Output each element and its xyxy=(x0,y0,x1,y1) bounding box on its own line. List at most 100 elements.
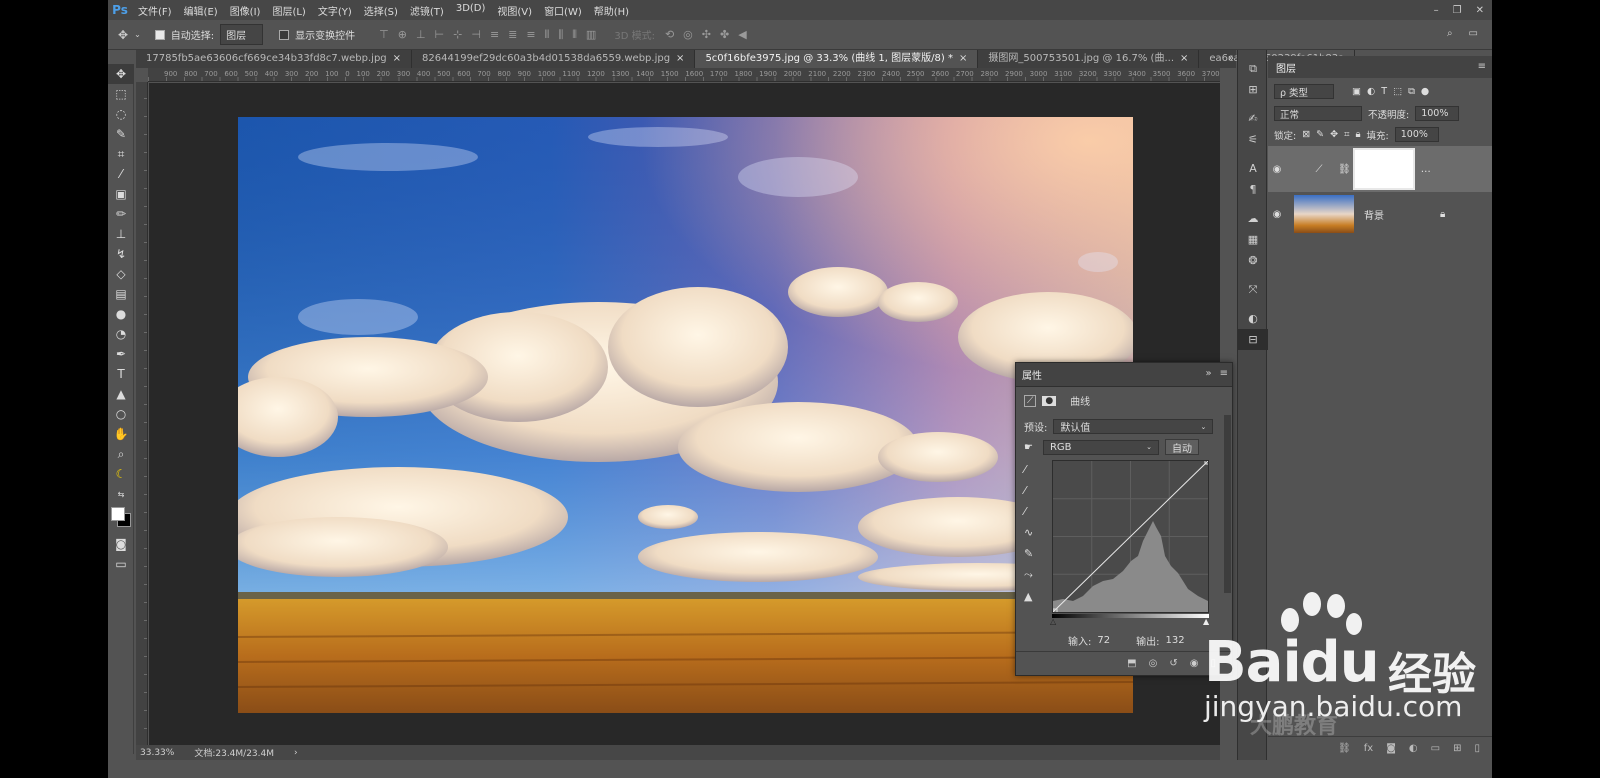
layer-curves[interactable]: ◉ ⟋ ⛓ … xyxy=(1268,146,1492,192)
new-layer-icon[interactable]: ⊞ xyxy=(1453,743,1461,754)
marquee-tool-icon[interactable]: ⬚ xyxy=(108,84,134,104)
3d-drag-icon[interactable]: ✣ xyxy=(702,28,711,41)
document-image[interactable] xyxy=(238,117,1133,713)
3d-scale-icon[interactable]: ◀ xyxy=(738,28,746,41)
channel-dropdown[interactable]: RGB ⌄ xyxy=(1042,439,1159,455)
paths-icon[interactable]: ⤧ xyxy=(1238,279,1268,300)
screen-mode-icon[interactable]: ▭ xyxy=(108,554,134,574)
fill-field[interactable]: 100% xyxy=(1394,127,1439,142)
auto-button[interactable]: 自动 xyxy=(1164,439,1199,455)
blend-mode-dropdown[interactable]: 正常 xyxy=(1274,106,1362,121)
black-point-eyedropper-icon[interactable]: ⁄ xyxy=(1024,463,1033,476)
menu-item[interactable]: 图层(L) xyxy=(266,3,311,18)
status-arrow-icon[interactable]: › xyxy=(294,748,298,758)
output-value[interactable]: 132 xyxy=(1165,635,1184,646)
eyedropper-tool-icon[interactable]: ⁄ xyxy=(108,164,134,184)
brush-tool-icon[interactable]: ✏ xyxy=(108,204,134,224)
stamp-tool-icon[interactable]: ⊥ xyxy=(108,224,134,244)
curve-graph[interactable] xyxy=(1052,459,1210,614)
transform-controls-checkbox[interactable] xyxy=(279,29,290,40)
align-bottom-icon[interactable]: ⊥ xyxy=(416,28,426,42)
history-icon[interactable]: ⧉ xyxy=(1238,58,1268,79)
visibility-eye-icon[interactable]: ◉ xyxy=(1268,209,1286,220)
quick-select-tool-icon[interactable]: ✎ xyxy=(108,124,134,144)
gradient-tool-icon[interactable]: ▤ xyxy=(108,284,134,304)
align-left-icon[interactable]: ⊢ xyxy=(435,28,445,42)
add-mask-icon[interactable]: ◙ xyxy=(1386,743,1396,754)
move-tool-icon[interactable]: ✥ xyxy=(108,64,134,84)
move-tool-icon[interactable]: ✥ xyxy=(118,28,128,42)
edit-points-icon[interactable]: ∿ xyxy=(1024,526,1033,539)
distribute-right-icon[interactable]: ⫴ xyxy=(572,28,577,42)
filter-toggle-icon[interactable]: ● xyxy=(1421,86,1429,97)
properties-icon[interactable]: ⊞ xyxy=(1238,79,1268,100)
white-point-eyedropper-icon[interactable]: ⁄ xyxy=(1024,505,1033,518)
swap-colors-icon[interactable]: ⇆ xyxy=(108,484,134,504)
styles-icon[interactable]: ❂ xyxy=(1238,250,1268,271)
distribute-top-icon[interactable]: ≡ xyxy=(490,28,499,42)
shape-tool-icon[interactable]: ○ xyxy=(108,404,134,424)
close-icon[interactable]: × xyxy=(959,50,967,68)
properties-scrollbar[interactable] xyxy=(1224,415,1231,593)
zoom-level[interactable]: 33.33% xyxy=(140,748,174,758)
delete-icon[interactable]: ▯ xyxy=(1210,658,1216,669)
dodge-tool-icon[interactable]: ◔ xyxy=(108,324,134,344)
3d-slide-icon[interactable]: ✤ xyxy=(720,28,729,41)
align-vcenter-icon[interactable]: ⊕ xyxy=(398,28,407,42)
properties-panel-icon[interactable]: ⊟ xyxy=(1238,329,1268,350)
document-tab[interactable]: 82644199ef29dc60a3b4d01538da6559.webp.jp… xyxy=(412,50,696,68)
smooth-icon[interactable]: ⤳ xyxy=(1024,568,1033,582)
clip-to-layer-icon[interactable]: ⬒ xyxy=(1127,658,1136,669)
view-previous-icon[interactable]: ◎ xyxy=(1149,658,1158,669)
reset-icon[interactable]: ↺ xyxy=(1169,658,1177,669)
hand-tool-icon[interactable]: ✋ xyxy=(108,424,134,444)
collapse-icon[interactable]: » xyxy=(1205,368,1211,379)
workspace-icon[interactable]: ▭ xyxy=(1469,28,1478,39)
foreground-color-swatch[interactable] xyxy=(111,507,125,521)
distribute-vcenter-icon[interactable]: ≣ xyxy=(508,28,517,42)
black-slider-icon[interactable]: △ xyxy=(1050,617,1056,626)
auto-align-icon[interactable]: ▥ xyxy=(586,28,596,42)
target-adjust-icon[interactable]: ☛ xyxy=(1024,442,1033,453)
align-top-icon[interactable]: ⊤ xyxy=(379,28,389,42)
lock-transparent-icon[interactable]: ⊠ xyxy=(1302,129,1310,140)
gray-point-eyedropper-icon[interactable]: ⁄ xyxy=(1024,484,1033,497)
document-tab[interactable]: 摄图网_500753501.jpg @ 16.7% (曲... × xyxy=(978,50,1200,68)
path-select-tool-icon[interactable]: ▲ xyxy=(108,384,134,404)
auto-select-checkbox[interactable] xyxy=(154,29,165,40)
type-tool-icon[interactable]: T xyxy=(108,364,134,384)
menu-item[interactable]: 窗口(W) xyxy=(538,3,588,18)
menu-item[interactable]: 滤镜(T) xyxy=(404,3,450,18)
auto-select-dropdown[interactable]: 图层 xyxy=(220,24,264,45)
menu-item[interactable]: 文字(Y) xyxy=(312,3,358,18)
character-icon[interactable]: A xyxy=(1238,158,1268,179)
more-icon[interactable]: … xyxy=(1421,164,1431,175)
filter-adjust-icon[interactable]: ◐ xyxy=(1367,86,1375,97)
distribute-hcenter-icon[interactable]: ⫼ xyxy=(558,28,563,42)
menu-item[interactable]: 选择(S) xyxy=(358,3,404,18)
layer-mask-thumb[interactable] xyxy=(1352,148,1415,190)
fx-icon[interactable]: fx xyxy=(1364,743,1373,754)
lock-position-icon[interactable]: ✥ xyxy=(1330,129,1338,140)
menu-item[interactable]: 视图(V) xyxy=(491,3,538,18)
filter-shape-icon[interactable]: ⬚ xyxy=(1393,86,1402,97)
tabs-overflow-icon[interactable]: » xyxy=(1228,50,1234,68)
mask-icon[interactable]: ● xyxy=(1042,395,1057,406)
curves-adjustment-icon[interactable]: ⟋ xyxy=(1024,394,1037,407)
lock-all-icon[interactable]: 🔒︎ xyxy=(1355,129,1360,140)
distribute-left-icon[interactable]: ⫴ xyxy=(545,28,550,42)
search-icon[interactable]: ⌕ xyxy=(1447,28,1453,39)
crop-tool-icon[interactable]: ⌗ xyxy=(108,144,134,164)
white-slider-icon[interactable]: ▲ xyxy=(1203,617,1209,626)
filter-smart-icon[interactable]: ⧉ xyxy=(1408,86,1415,97)
link-layers-icon[interactable]: ⛓ xyxy=(1338,743,1351,754)
zoom-tool-icon[interactable]: ⌕ xyxy=(108,444,134,464)
minimize-button[interactable]: – xyxy=(1434,5,1439,16)
delete-layer-icon[interactable]: ▯ xyxy=(1474,743,1480,754)
3d-rotate-icon[interactable]: ⟲ xyxy=(665,28,674,41)
3d-roll-icon[interactable]: ◎ xyxy=(683,28,693,41)
lock-pixels-icon[interactable]: ✎ xyxy=(1316,129,1324,140)
link-icon[interactable]: ⛓ xyxy=(1338,164,1351,175)
close-icon[interactable]: × xyxy=(676,50,684,68)
opacity-field[interactable]: 100% xyxy=(1415,106,1460,121)
